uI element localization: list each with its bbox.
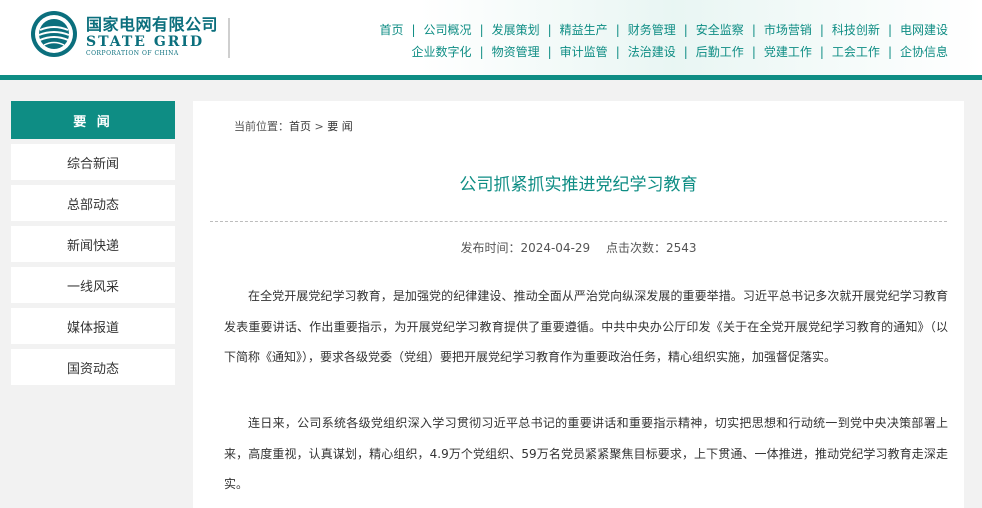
sidebar-nav: 要 闻 综合新闻 总部动态 新闻快递 一线风采 媒体报道 国资动态 — [11, 101, 175, 385]
nav-link-rule-of-law[interactable]: 法治建设 — [628, 43, 676, 60]
state-grid-emblem-icon — [31, 11, 77, 57]
brand-tagline: CORPORATION OF CHINA — [86, 50, 179, 57]
nav-link-logistics[interactable]: 后勤工作 — [696, 43, 744, 60]
sidebar-item-headquarters[interactable]: 总部动态 — [11, 185, 175, 221]
brand-name-en: STATE GRID — [86, 34, 205, 50]
breadcrumb-separator: > — [311, 120, 328, 133]
nav-link-marketing[interactable]: 市场营销 — [764, 21, 812, 38]
site-logo[interactable]: 国家电网有限公司 STATE GRID CORPORATION OF CHINA — [30, 10, 218, 58]
main-nav-row-2: 企业数字化 | 物资管理 | 审计监管 | 法治建设 | 后勤工作 | 党建工作 | 工会工… — [411, 43, 948, 60]
nav-link-innovation[interactable]: 科技创新 — [832, 21, 880, 38]
article-paragraph: 连日来，公司系统各级党组织深入学习贯彻习近平总书记的重要讲话和重要指示精神，切实… — [224, 416, 948, 491]
article-paragraph: 在全党开展党纪学习教育，是加强党的纪律建设、推动全面从严治党向纵深发展的重要举措… — [224, 289, 948, 364]
sidebar-item-news-express[interactable]: 新闻快递 — [11, 226, 175, 262]
article-panel: 当前位置：首页 > 要 闻 公司抓紧抓实推进党纪学习教育 发布时间：2024-0… — [193, 101, 964, 508]
title-divider — [210, 221, 947, 222]
article-title: 公司抓紧抓实推进党纪学习教育 — [459, 175, 698, 195]
sidebar-item-frontline[interactable]: 一线风采 — [11, 267, 175, 303]
nav-link-safety[interactable]: 安全监察 — [696, 21, 744, 38]
breadcrumb-prefix: 当前位置： — [234, 120, 289, 133]
nav-link-home[interactable]: 首页 — [379, 21, 403, 38]
sidebar-item-media-reports[interactable]: 媒体报道 — [11, 308, 175, 344]
nav-link-development-planning[interactable]: 发展策划 — [492, 21, 540, 38]
sidebar-heading[interactable]: 要 闻 — [11, 101, 175, 139]
nav-link-audit[interactable]: 审计监管 — [560, 43, 608, 60]
header-accent-bar — [0, 75, 982, 80]
sidebar-item-general-news[interactable]: 综合新闻 — [11, 144, 175, 180]
nav-link-enterprise-association[interactable]: 企协信息 — [900, 43, 948, 60]
nav-link-union[interactable]: 工会工作 — [832, 43, 880, 60]
sidebar-item-sasac-news[interactable]: 国资动态 — [11, 349, 175, 385]
nav-link-grid-construction[interactable]: 电网建设 — [900, 21, 948, 38]
main-nav-row-1: 首页 | 公司概况 | 发展策划 | 精益生产 | 财务管理 | 安全监察 | 市场营销 | … — [379, 21, 948, 38]
nav-link-finance[interactable]: 财务管理 — [628, 21, 676, 38]
article-meta: 发布时间：2024-04-29 点击次数：2543 — [193, 239, 964, 256]
nav-link-materials[interactable]: 物资管理 — [492, 43, 540, 60]
logo-divider — [228, 18, 230, 58]
breadcrumb-home[interactable]: 首页 — [289, 120, 311, 133]
breadcrumb: 当前位置：首页 > 要 闻 — [234, 118, 353, 134]
nav-link-digitalization[interactable]: 企业数字化 — [412, 43, 472, 60]
view-count: 点击次数：2543 — [606, 241, 697, 255]
publish-time: 发布时间：2024-04-29 — [460, 241, 591, 255]
breadcrumb-current[interactable]: 要 闻 — [327, 120, 353, 133]
nav-link-lean-production[interactable]: 精益生产 — [560, 21, 608, 38]
nav-link-party-building[interactable]: 党建工作 — [764, 43, 812, 60]
site-header: 国家电网有限公司 STATE GRID CORPORATION OF CHINA… — [0, 0, 982, 75]
nav-link-company-overview[interactable]: 公司概况 — [424, 21, 472, 38]
brand-name-cn: 国家电网有限公司 — [86, 15, 219, 34]
